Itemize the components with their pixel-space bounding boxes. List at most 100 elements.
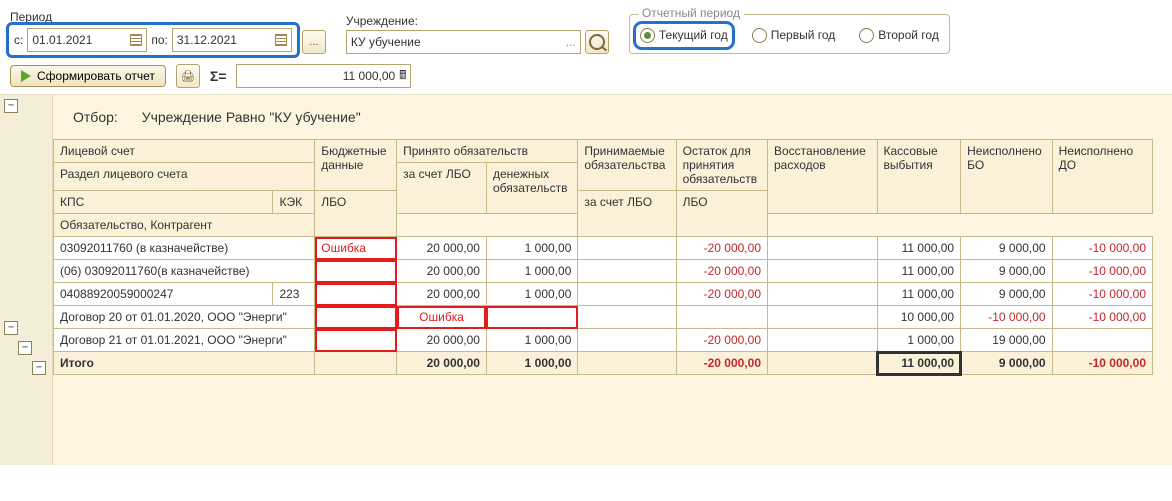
col-oblig: Обязательство, Контрагент <box>54 214 315 237</box>
cell-lbo: 20 000,00 <box>397 329 487 352</box>
total-prin <box>578 352 676 375</box>
cell-prin <box>578 260 676 283</box>
filter-summary: Отбор: Учреждение Равно "КУ убучение" <box>53 95 1172 139</box>
collapse-toggle[interactable]: − <box>32 361 46 375</box>
cell-prin <box>578 329 676 352</box>
cell-kass: 11 000,00 <box>877 260 961 283</box>
col-lbo: ЛБО <box>315 191 397 237</box>
cell-lbo: Ошибка <box>397 306 487 329</box>
table-row[interactable]: 03092011760 (в казначействе)Ошибка20 000… <box>54 237 1153 260</box>
total-do: -10 000,00 <box>1052 352 1152 375</box>
radio-first-year[interactable]: Первый год <box>752 28 836 43</box>
total-voss <box>768 352 878 375</box>
col-za-lbo2: за счет ЛБО <box>578 191 676 237</box>
calculator-icon[interactable]: 🖩 <box>399 66 406 87</box>
play-icon <box>21 70 31 82</box>
radio-dot-icon <box>859 28 874 43</box>
radio-current-year[interactable]: Текущий год <box>640 28 728 43</box>
dots-icon[interactable]: ... <box>566 35 576 49</box>
radio-dot-icon <box>752 28 767 43</box>
total-ost: -20 000,00 <box>676 352 767 375</box>
cell-lbo: 20 000,00 <box>397 237 487 260</box>
cell-do: -10 000,00 <box>1052 283 1152 306</box>
col-za-lbo: за счет ЛБО <box>397 163 487 214</box>
cell-voss <box>768 260 878 283</box>
total-budget <box>315 352 397 375</box>
cell-kass: 11 000,00 <box>877 283 961 306</box>
from-label: с: <box>14 33 23 47</box>
run-label: Сформировать отчет <box>37 69 155 83</box>
cell-ost <box>676 306 767 329</box>
table-row[interactable]: (06) 03092011760(в казначействе)20 000,0… <box>54 260 1153 283</box>
cell-do: -10 000,00 <box>1052 306 1152 329</box>
tree-gutter: − − − − <box>0 95 53 465</box>
cell-do: -10 000,00 <box>1052 260 1152 283</box>
cell-ost: -20 000,00 <box>676 260 767 283</box>
radio-current-label: Текущий год <box>659 28 728 42</box>
sigma-label: Σ= <box>210 68 227 84</box>
col-rest: Остаток для принятия обязательств <box>676 140 767 191</box>
collapse-toggle[interactable]: − <box>4 99 18 113</box>
cell-den: 1 000,00 <box>486 329 577 352</box>
period-label: Период <box>10 10 296 24</box>
print-settings-button[interactable]: 🖨 <box>176 64 200 88</box>
total-lbo: 20 000,00 <box>397 352 487 375</box>
collapse-toggle[interactable]: − <box>18 341 32 355</box>
row-kek: 223 <box>273 283 315 306</box>
report-period-legend: Отчетный период <box>638 6 744 20</box>
total-den: 1 000,00 <box>486 352 577 375</box>
sum-field[interactable]: 11 000,00 🖩 <box>236 64 411 88</box>
cell-den: 1 000,00 <box>486 283 577 306</box>
cell-kass: 10 000,00 <box>877 306 961 329</box>
col-kek: КЭК <box>273 191 315 214</box>
date-from-input[interactable]: 01.01.2021 <box>27 28 147 52</box>
filter-value: Учреждение Равно "КУ убучение" <box>142 109 361 125</box>
report-area: − − − − Отбор: Учреждение Равно "КУ убуч… <box>0 95 1172 465</box>
row-name: Договор 21 от 01.01.2021, ООО "Энерги" <box>54 329 315 352</box>
to-label: по: <box>151 33 168 47</box>
run-report-button[interactable]: Сформировать отчет <box>10 65 166 87</box>
org-value: КУ убучение <box>351 35 421 49</box>
col-section: Раздел лицевого счета <box>54 163 315 191</box>
calendar-icon[interactable] <box>130 34 142 46</box>
radio-second-label: Второй год <box>878 28 939 42</box>
col-lbo2: ЛБО <box>676 191 767 237</box>
cell-bo: 19 000,00 <box>961 329 1053 352</box>
sum-value: 11 000,00 <box>343 69 396 83</box>
row-name: Договор 20 от 01.01.2020, ООО "Энерги" <box>54 306 315 329</box>
radio-second-year[interactable]: Второй год <box>859 28 939 43</box>
collapse-toggle[interactable]: − <box>4 321 18 335</box>
cell-budget <box>315 329 397 352</box>
cell-voss <box>768 329 878 352</box>
calendar-icon[interactable] <box>275 34 287 46</box>
radio-first-label: Первый год <box>771 28 836 42</box>
cell-bo: 9 000,00 <box>961 237 1053 260</box>
date-to-input[interactable]: 31.12.2021 <box>172 28 292 52</box>
report-period-group: Отчетный период Текущий год Первый год В… <box>629 14 950 54</box>
cell-ost: -20 000,00 <box>676 283 767 306</box>
cell-den: 1 000,00 <box>486 237 577 260</box>
cell-den: 1 000,00 <box>486 260 577 283</box>
total-kass[interactable]: 11 000,00 <box>877 352 961 375</box>
org-input[interactable]: КУ убучение ... <box>346 30 581 54</box>
total-bo: 9 000,00 <box>961 352 1053 375</box>
org-search-button[interactable] <box>585 30 609 54</box>
table-row[interactable]: Договор 21 от 01.01.2021, ООО "Энерги" 20… <box>54 329 1153 352</box>
cell-prin <box>578 306 676 329</box>
col-do: Неисполнено ДО <box>1052 140 1152 214</box>
cell-bo: 9 000,00 <box>961 283 1053 306</box>
col-recovery: Восстановление расходов <box>768 140 878 214</box>
cell-kass: 1 000,00 <box>877 329 961 352</box>
cell-do: -10 000,00 <box>1052 237 1152 260</box>
table-row[interactable]: Договор 20 от 01.01.2020, ООО "Энерги" Ош… <box>54 306 1153 329</box>
cell-voss <box>768 306 878 329</box>
cell-prin <box>578 283 676 306</box>
cell-budget <box>315 260 397 283</box>
report-table: Лицевой счет Бюджетные данные Принято об… <box>53 139 1153 375</box>
table-row[interactable]: 0408892005900024722320 000,001 000,00-20… <box>54 283 1153 306</box>
cell-lbo: 20 000,00 <box>397 283 487 306</box>
cell-den <box>486 306 577 329</box>
col-kps: КПС <box>54 191 273 214</box>
date-range-highlight: с: 01.01.2021 по: 31.12.2021 <box>10 26 296 54</box>
period-picker-button[interactable]: ... <box>302 30 326 54</box>
